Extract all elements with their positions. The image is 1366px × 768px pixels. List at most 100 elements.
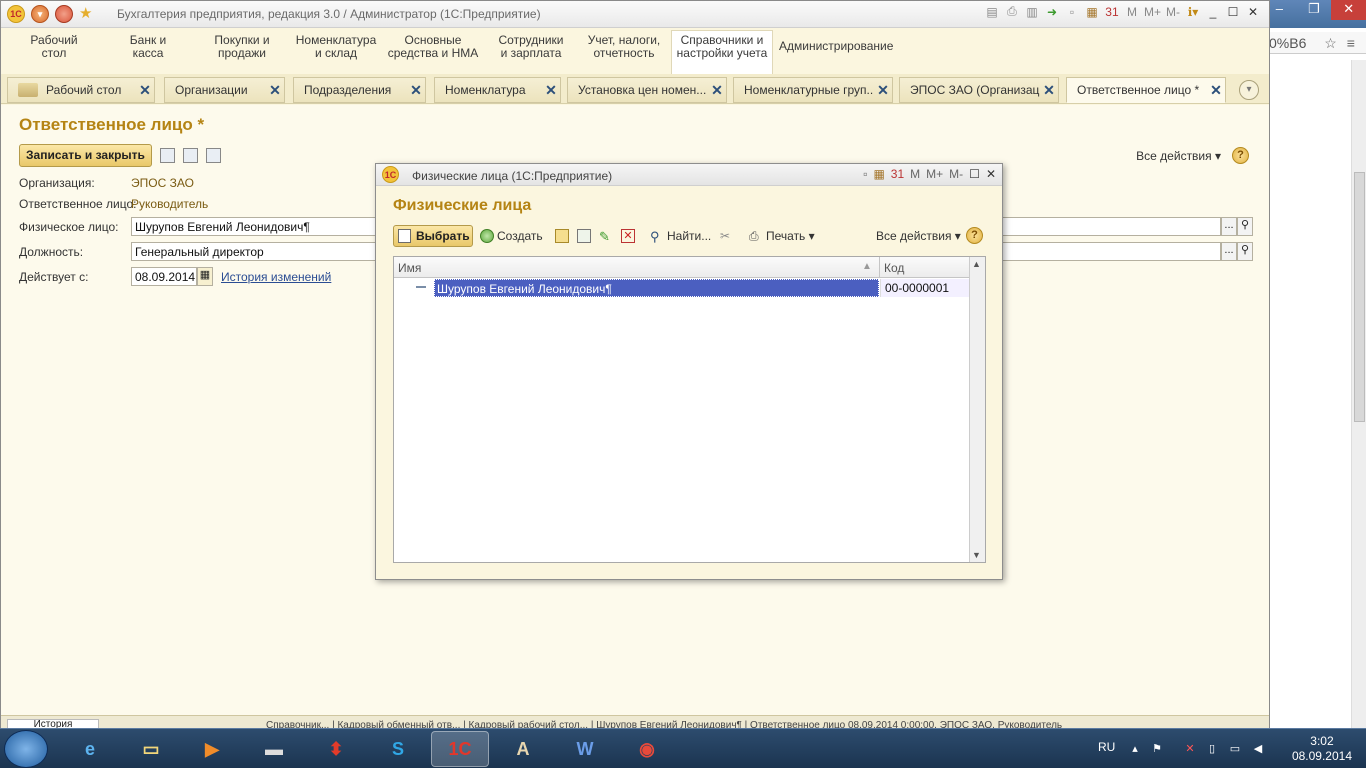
start-button[interactable] [4, 730, 48, 768]
delete-icon[interactable]: ✕ [621, 229, 635, 243]
copy-icon[interactable] [577, 229, 591, 243]
section-accounting[interactable]: Учет, налоги, отчетность [576, 34, 672, 60]
maximize-icon[interactable]: ☐ [1225, 5, 1241, 19]
history-link[interactable]: История изменений [221, 270, 331, 284]
doc-icon[interactable]: ▫ [863, 167, 867, 181]
network-icon[interactable]: ✕ [1183, 742, 1197, 756]
clock[interactable]: 3:02 08.09.2014 [1292, 734, 1352, 764]
print-button[interactable]: Печать ▾ [766, 229, 815, 243]
skype-icon[interactable]: S [369, 731, 427, 767]
browser-address-bar[interactable]: 0%B6 ☆ ≡ [1263, 32, 1366, 54]
memory-mplus-button[interactable]: M+ [926, 167, 943, 181]
close-tab-icon[interactable]: ✕ [874, 82, 892, 99]
minimize-icon[interactable]: _ [1205, 5, 1221, 19]
tab-departments[interactable]: Подразделения ✕ [293, 77, 426, 103]
tab-desktop[interactable]: Рабочий стол ✕ [7, 77, 155, 103]
person-select-button[interactable]: ... [1221, 217, 1237, 236]
row-code-cell[interactable]: 00-0000001 [880, 279, 969, 297]
maximize-icon[interactable]: ❐ [1297, 0, 1332, 20]
add-folder-icon[interactable] [555, 229, 569, 243]
position-select-button[interactable]: ... [1221, 242, 1237, 261]
scroll-up-icon[interactable]: ▲ [972, 259, 981, 269]
table-row[interactable]: Шурупов Евгений Леонидович¶ 00-0000001 [394, 279, 969, 297]
memory-mminus-button[interactable]: M- [1165, 5, 1181, 19]
1c-logo-icon[interactable]: 1С [7, 5, 25, 23]
scroll-thumb[interactable] [1354, 172, 1365, 422]
tab-nomenclature-groups[interactable]: Номенклатурные груп... ✕ [733, 77, 893, 103]
app-icon[interactable]: ▬ [245, 731, 303, 767]
file-explorer-icon[interactable]: ▭ [122, 731, 180, 767]
select-button[interactable]: Выбрать [393, 225, 473, 247]
tray-device-icon[interactable]: ▯ [1205, 742, 1219, 756]
close-tab-icon[interactable]: ✕ [407, 82, 425, 99]
date-field[interactable]: 08.09.2014 [131, 267, 197, 286]
favorites-star-icon[interactable]: ★ [79, 5, 92, 23]
position-field[interactable]: Генеральный директор [131, 242, 381, 261]
close-tab-icon[interactable]: ✕ [708, 82, 726, 99]
memory-mplus-button[interactable]: M+ [1144, 5, 1161, 19]
search-icon[interactable]: ⚲ [650, 229, 664, 244]
tabs-menu-icon[interactable]: ▾ [1239, 80, 1259, 100]
section-assets[interactable]: Основные средства и НМА [385, 34, 481, 60]
person-field[interactable]: Шурупов Евгений Леонидович¶ [131, 217, 381, 236]
notepad-icon[interactable]: A [494, 731, 552, 767]
position-search-icon[interactable]: ⚲ [1237, 242, 1253, 261]
print-icon[interactable]: ⎙ [749, 229, 763, 243]
section-employees[interactable]: Сотрудники и зарплата [483, 34, 579, 60]
close-tab-icon[interactable]: ✕ [1040, 82, 1058, 99]
show-hidden-icons-icon[interactable]: ▴ [1128, 742, 1142, 756]
find-button[interactable]: Найти... [667, 229, 711, 243]
navigation-icon[interactable] [55, 5, 73, 23]
all-actions-menu[interactable]: Все действия ▾ [876, 229, 961, 243]
all-actions-menu[interactable]: Все действия ▾ [1136, 149, 1221, 163]
tab-price-setting[interactable]: Установка цен номен... ✕ [567, 77, 727, 103]
person-search-icon[interactable]: ⚲ [1237, 217, 1253, 236]
close-icon[interactable]: ✕ [986, 167, 996, 181]
forward-icon[interactable]: ➜ [1044, 5, 1060, 19]
doc-icon[interactable]: ▫ [1064, 5, 1080, 19]
section-purchases[interactable]: Покупки и продажи [194, 34, 290, 60]
preview-icon[interactable]: ▥ [1024, 5, 1040, 19]
calendar-icon[interactable]: ▦ [197, 267, 213, 286]
media-player-icon[interactable]: ▶ [183, 731, 241, 767]
volume-icon[interactable]: ◀ [1251, 742, 1265, 756]
section-bank[interactable]: Банк и касса [100, 34, 196, 60]
close-icon[interactable]: ✕ [1245, 5, 1261, 19]
refresh-icon[interactable] [206, 148, 221, 163]
memory-mminus-button[interactable]: M- [949, 167, 963, 181]
tab-nomenclature[interactable]: Номенклатура ✕ [434, 77, 561, 103]
save-icon[interactable] [160, 148, 175, 163]
tab-organizations[interactable]: Организации ✕ [164, 77, 285, 103]
internet-explorer-icon[interactable]: e [61, 731, 119, 767]
save-icon[interactable]: ▤ [984, 5, 1000, 19]
tab-epos-org[interactable]: ЭПОС ЗАО (Организац... ✕ [899, 77, 1059, 103]
help-button[interactable]: ? [1232, 147, 1249, 164]
create-icon[interactable] [480, 229, 494, 243]
section-desktop[interactable]: Рабочий стол [6, 34, 102, 60]
row-name-cell[interactable]: Шурупов Евгений Леонидович¶ [434, 279, 879, 297]
close-tab-icon[interactable]: ✕ [136, 82, 154, 99]
bookmark-star-icon[interactable]: ☆ [1324, 35, 1337, 51]
menu-icon[interactable]: ≡ [1347, 35, 1355, 51]
maximize-icon[interactable]: ☐ [969, 167, 980, 181]
tray-flag-icon[interactable]: ⚑ [1150, 742, 1164, 756]
column-divider[interactable] [879, 257, 880, 278]
calculator-icon[interactable]: ▦ [873, 167, 884, 181]
cancel-search-icon[interactable]: ✂ [720, 229, 734, 243]
info-icon[interactable]: ℹ▾ [1185, 5, 1201, 19]
section-nomenclature[interactable]: Номенклатура и склад [288, 34, 384, 60]
upload-app-icon[interactable]: ⬍ [307, 731, 365, 767]
calculator-icon[interactable]: ▦ [1084, 5, 1100, 19]
calendar-icon[interactable]: 31 [1104, 5, 1120, 19]
column-name-header[interactable]: Имя [398, 261, 421, 275]
language-indicator[interactable]: RU [1098, 740, 1115, 754]
calendar-icon[interactable]: 31 [891, 167, 904, 181]
chrome-icon[interactable]: ◉ [618, 731, 676, 767]
copy-icon[interactable] [183, 148, 198, 163]
word-icon[interactable]: W [556, 731, 614, 767]
tab-responsible-person[interactable]: Ответственное лицо * ✕ [1066, 77, 1226, 103]
section-references[interactable]: Справочники и настройки учета [671, 30, 773, 74]
browser-scrollbar[interactable] [1351, 60, 1366, 728]
close-tab-icon[interactable]: ✕ [266, 82, 284, 99]
save-and-close-button[interactable]: Записать и закрыть [19, 144, 152, 167]
